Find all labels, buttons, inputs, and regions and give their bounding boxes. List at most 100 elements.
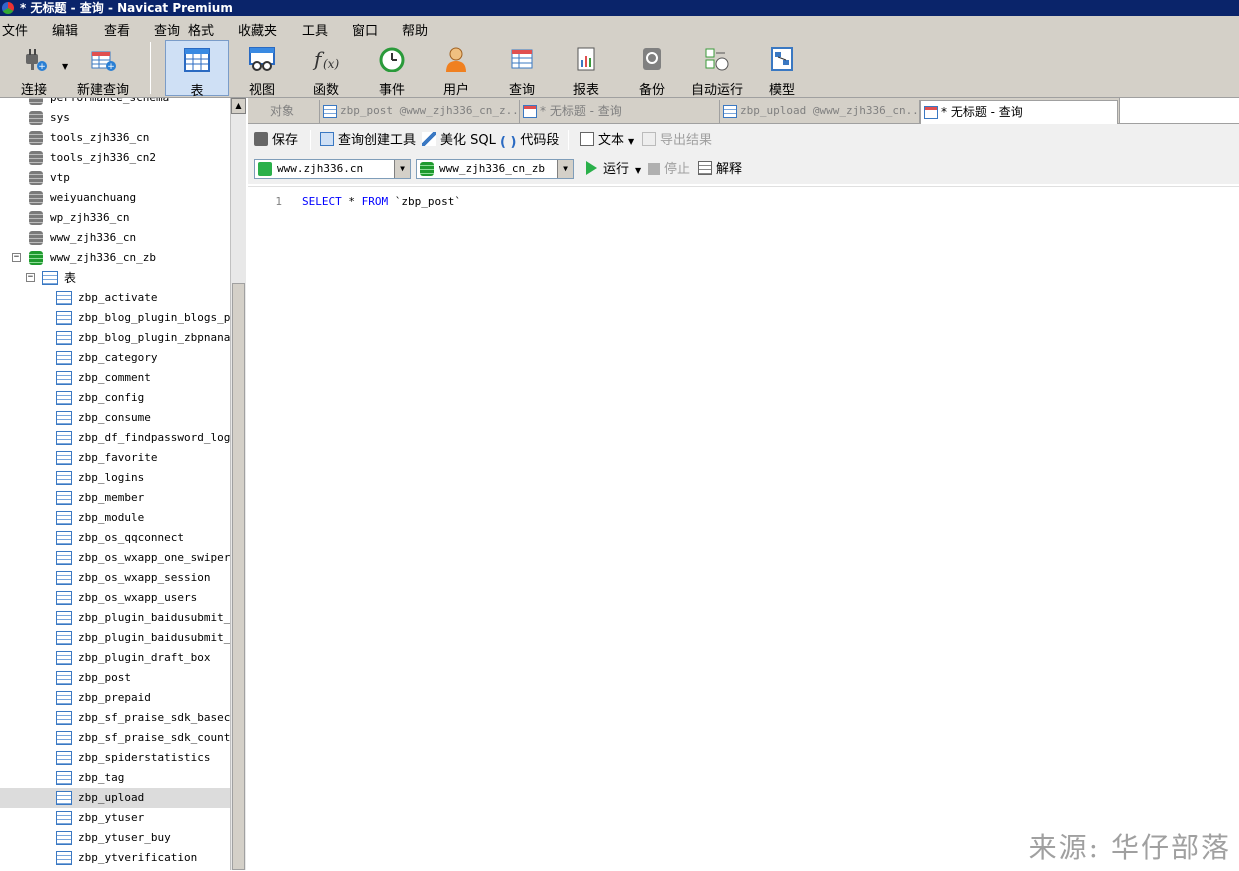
tab-zbp-post[interactable]: zbp_post @www_zjh336_cn_z... [320, 100, 520, 124]
database-node[interactable]: www_zjh336_cn [0, 228, 230, 248]
main-toolbar: + 连接 ▼ + 新建查询 表 视图 f (x) 函数 事件 用户 查询 报表 备… [0, 38, 1239, 99]
query-builder-button[interactable]: 查询创建工具 [320, 132, 416, 150]
menu-window[interactable]: 窗口 [352, 20, 378, 39]
menu-file[interactable]: 文件 [2, 20, 28, 39]
table-node[interactable]: zbp_ytuser [0, 808, 230, 828]
table-node[interactable]: zbp_category [0, 348, 230, 368]
connection-select[interactable]: www.zjh336.cn ▼ [254, 159, 411, 179]
backup-button[interactable]: 备份 [626, 40, 678, 98]
table-node[interactable]: zbp_os_wxapp_one_swiper [0, 548, 230, 568]
connect-button[interactable]: + 连接 [8, 40, 60, 98]
table-node[interactable]: zbp_ytuser_buy [0, 828, 230, 848]
menu-view[interactable]: 查看 [104, 20, 130, 39]
user-button[interactable]: 用户 [430, 40, 482, 98]
tables-node[interactable]: − 表 [0, 268, 230, 288]
database-icon [420, 162, 434, 176]
table-node[interactable]: zbp_df_findpassword_log [0, 428, 230, 448]
table-node[interactable]: zbp_os_wxapp_session [0, 568, 230, 588]
view-button[interactable]: 视图 [236, 40, 288, 98]
database-node[interactable]: performance_schema [0, 98, 230, 108]
table-node[interactable]: zbp_consume [0, 408, 230, 428]
user-icon [446, 47, 466, 72]
table-node[interactable]: zbp_config [0, 388, 230, 408]
database-node[interactable]: wp_zjh336_cn [0, 208, 230, 228]
chevron-down-icon[interactable]: ▼ [394, 160, 410, 178]
query-button[interactable]: 查询 [496, 40, 548, 98]
code-snippet-label: 代码段 [520, 133, 560, 148]
stop-button[interactable]: 停止 [648, 161, 690, 179]
table-node[interactable]: zbp_blog_plugin_blogs_pri [0, 308, 230, 328]
table-node[interactable]: zbp_sf_praise_sdk_count [0, 728, 230, 748]
model-button[interactable]: 模型 [756, 40, 808, 98]
tab-objects[interactable]: 对象 [248, 100, 320, 124]
table-node[interactable]: zbp_upload [0, 788, 230, 808]
table-node[interactable]: zbp_prepaid [0, 688, 230, 708]
beautify-sql-button[interactable]: 美化 SQL [422, 132, 496, 150]
menu-tools[interactable]: 工具 [302, 20, 328, 39]
text-mode-button[interactable]: 文本 ▼ [580, 132, 634, 151]
table-node[interactable]: zbp_blog_plugin_zbpnana_pr [0, 328, 230, 348]
table-node[interactable]: zbp_comment [0, 368, 230, 388]
tab-untitled-query-1[interactable]: * 无标题 - 查询 [520, 100, 720, 124]
table-node[interactable]: zbp_post [0, 668, 230, 688]
table-icon [56, 731, 72, 745]
table-node[interactable]: zbp_spiderstatistics [0, 748, 230, 768]
tables-node-label: 表 [64, 271, 77, 285]
object-tree[interactable]: performance_schemasys tools_zjh336_cntool… [0, 98, 246, 870]
database-icon [29, 111, 43, 125]
collapse-icon[interactable]: − [12, 253, 21, 262]
database-icon [29, 211, 43, 225]
table-node[interactable]: zbp_os_qqconnect [0, 528, 230, 548]
table-node[interactable]: zbp_ytverification [0, 848, 230, 868]
tab-untitled-query-active[interactable]: * 无标题 - 查询 [920, 100, 1118, 124]
text-dropdown-arrow-icon[interactable]: ▼ [628, 137, 634, 146]
explain-button[interactable]: 解释 [698, 161, 742, 179]
table-node[interactable]: zbp_plugin_baidusubmit_ur [0, 628, 230, 648]
sql-code-line[interactable]: SELECT * FROM `zbp_post` [302, 195, 461, 208]
table-node[interactable]: zbp_activate [0, 288, 230, 308]
tab-zbp-upload[interactable]: zbp_upload @www_zjh336_cn... [720, 100, 920, 124]
database-node[interactable]: tools_zjh336_cn2 [0, 148, 230, 168]
table-node[interactable]: zbp_plugin_draft_box [0, 648, 230, 668]
scrollbar-thumb[interactable] [232, 283, 245, 870]
export-results-button[interactable]: 导出结果 [642, 132, 712, 150]
chevron-down-icon[interactable]: ▼ [557, 160, 573, 178]
database-node[interactable]: tools_zjh336_cn [0, 128, 230, 148]
run-dropdown-arrow-icon[interactable]: ▼ [635, 166, 641, 175]
function-button[interactable]: f (x) 函数 [300, 40, 352, 98]
table-folder-icon [42, 271, 58, 285]
table-node[interactable]: zbp_plugin_baidusubmit_si [0, 608, 230, 628]
table-node[interactable]: zbp_sf_praise_sdk_basecou [0, 708, 230, 728]
code-snippet-button[interactable]: ( ) 代码段 [500, 132, 559, 150]
database-node[interactable]: weiyuanchuang [0, 188, 230, 208]
database-node[interactable]: − www_zjh336_cn_zb [0, 248, 230, 268]
database-select[interactable]: www_zjh336_cn_zb ▼ [416, 159, 574, 179]
table-icon [56, 411, 72, 425]
table-node-label: zbp_tag [78, 771, 125, 784]
sql-editor[interactable]: 1 SELECT * FROM `zbp_post` 来源: 华仔部落 [248, 186, 1239, 871]
table-node[interactable]: zbp_favorite [0, 448, 230, 468]
collapse-icon[interactable]: − [26, 273, 35, 282]
automation-button[interactable]: 自动运行 [690, 40, 744, 98]
table-node[interactable]: zbp_module [0, 508, 230, 528]
menu-format[interactable]: 格式 [188, 20, 214, 39]
table-node[interactable]: zbp_tag [0, 768, 230, 788]
save-button[interactable]: 保存 [254, 132, 298, 150]
table-button[interactable]: 表 [165, 40, 229, 99]
run-button[interactable]: 运行 ▼ [586, 161, 641, 180]
report-button[interactable]: 报表 [560, 40, 612, 98]
menu-query[interactable]: 查询 [154, 20, 180, 39]
scroll-up-arrow-icon[interactable]: ▲ [231, 98, 246, 114]
table-node[interactable]: zbp_os_wxapp_users [0, 588, 230, 608]
table-node[interactable]: zbp_logins [0, 468, 230, 488]
database-node[interactable]: vtp [0, 168, 230, 188]
new-query-button[interactable]: + 新建查询 [74, 40, 132, 98]
menu-edit[interactable]: 编辑 [52, 20, 78, 39]
database-node[interactable]: sys [0, 108, 230, 128]
event-button[interactable]: 事件 [366, 40, 418, 98]
connect-dropdown-arrow-icon[interactable]: ▼ [62, 62, 68, 71]
menu-help[interactable]: 帮助 [402, 20, 428, 39]
menu-favorites[interactable]: 收藏夹 [238, 20, 277, 39]
table-node[interactable]: zbp_member [0, 488, 230, 508]
sidebar-scrollbar[interactable]: ▲ [230, 98, 246, 870]
